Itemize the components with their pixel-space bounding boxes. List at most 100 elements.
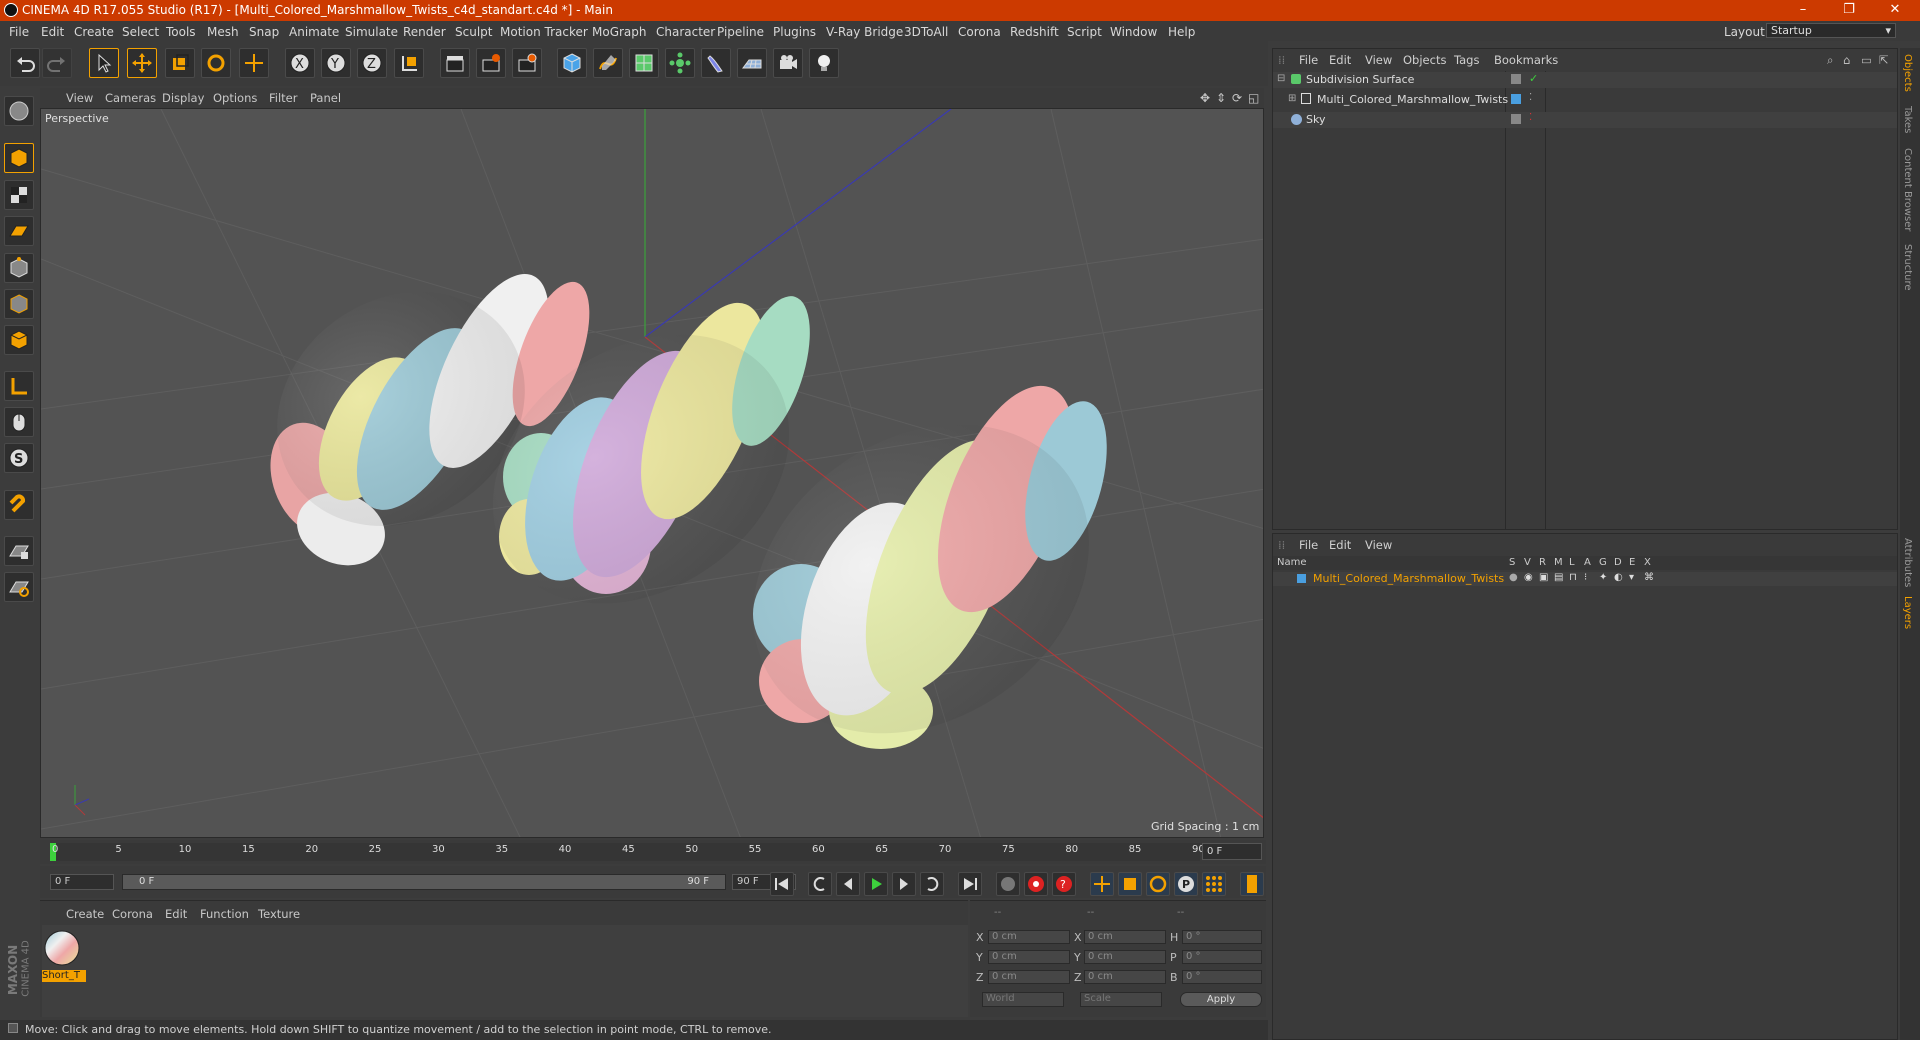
record-keys-button[interactable] (1024, 872, 1048, 896)
key-rotation-button[interactable] (1146, 872, 1170, 896)
layer-menu-file[interactable]: File (1299, 538, 1318, 552)
frame-range-slider[interactable]: 0 F 90 F (122, 874, 726, 890)
animation-icon[interactable]: ⁝ (1584, 572, 1587, 583)
tab-content-browser[interactable]: Content Browser (1902, 148, 1913, 231)
rotate-tool-button[interactable] (201, 48, 231, 78)
layer-header-animation[interactable]: A (1584, 557, 1591, 568)
add-camera-button[interactable] (773, 48, 803, 78)
material-menu-create[interactable]: Create (66, 907, 104, 921)
render-view-button[interactable] (440, 48, 470, 78)
viewport-menu-filter[interactable]: Filter (269, 91, 297, 105)
object-name[interactable]: Multi_Colored_Marshmallow_Twists (1317, 93, 1508, 106)
tab-attributes[interactable]: Attributes (1902, 538, 1913, 587)
generator-icon[interactable]: ✦ (1599, 572, 1607, 583)
move-tool-button[interactable] (127, 48, 157, 78)
layer-header-solo[interactable]: S (1509, 557, 1515, 568)
render-clapper-icon[interactable]: ▣ (1539, 572, 1548, 583)
material-name-label[interactable]: Short_T (42, 970, 86, 982)
viewport-menu-panel[interactable]: Panel (310, 91, 341, 105)
autokey-button[interactable]: ? (1052, 872, 1076, 896)
add-cube-button[interactable] (557, 48, 587, 78)
menu-mesh[interactable]: Mesh (207, 25, 239, 39)
menu-redshift[interactable]: Redshift (1010, 25, 1059, 39)
solo-icon[interactable]: ● (1509, 572, 1518, 583)
points-mode-button[interactable] (4, 253, 34, 283)
add-light-button[interactable] (809, 48, 839, 78)
viewport-menu-options[interactable]: Options (213, 91, 257, 105)
object-menu-objects[interactable]: Objects (1403, 53, 1446, 67)
eye-icon[interactable]: ◉ (1524, 572, 1533, 583)
menu-snap[interactable]: Snap (249, 25, 279, 39)
menu-vray-bridge[interactable]: V-Ray Bridge (826, 25, 903, 39)
key-scale-button[interactable] (1118, 872, 1142, 896)
x-axis-lock-button[interactable]: X (285, 48, 315, 78)
position-x-field[interactable]: 0 cm (988, 930, 1070, 944)
layer-name[interactable]: Multi_Colored_Marshmallow_Twists (1313, 572, 1504, 585)
key-parameter-button[interactable]: P (1174, 872, 1198, 896)
layer-header-xref[interactable]: X (1644, 557, 1651, 568)
add-spline-button[interactable] (593, 48, 623, 78)
close-button[interactable]: ✕ (1872, 0, 1918, 21)
menu-edit[interactable]: Edit (41, 25, 64, 39)
layer-header-locked[interactable]: L (1569, 557, 1575, 568)
viewport-menu-display[interactable]: Display (162, 91, 204, 105)
object-row-sky[interactable]: Sky ⁚ (1273, 112, 1897, 128)
axis-mode-button[interactable] (4, 371, 34, 401)
render-settings-button[interactable] (512, 48, 542, 78)
object-name[interactable]: Sky (1306, 113, 1325, 126)
layer-row[interactable]: Multi_Colored_Marshmallow_Twists ● ◉ ▣ ▤… (1273, 572, 1897, 586)
layer-header-deformers[interactable]: D (1614, 557, 1622, 568)
layout-select[interactable]: Startup ▾ (1766, 23, 1896, 38)
visibility-dots-icon[interactable]: ⁚ (1529, 92, 1532, 103)
layer-color-icon[interactable] (1511, 94, 1521, 104)
prev-key-button[interactable] (808, 872, 832, 896)
make-editable-button[interactable] (4, 96, 34, 126)
new-view-icon[interactable]: ▭ (1861, 53, 1872, 67)
size-z-field[interactable]: 0 cm (1084, 970, 1166, 984)
object-menu-view[interactable]: View (1365, 53, 1392, 67)
coordinate-space-select[interactable]: World (982, 992, 1064, 1007)
render-picture-viewer-button[interactable] (476, 48, 506, 78)
prev-frame-button[interactable] (836, 872, 860, 896)
magnet-button[interactable] (4, 490, 34, 520)
key-position-button[interactable] (1090, 872, 1114, 896)
layer-header-manager[interactable]: M (1554, 557, 1563, 568)
expand-panel-icon[interactable]: ⇱ (1879, 53, 1889, 67)
add-generator-button[interactable] (629, 48, 659, 78)
layer-color-swatch[interactable] (1297, 574, 1306, 583)
menu-pipeline[interactable]: Pipeline (717, 25, 764, 39)
rotation-h-field[interactable]: 0 ° (1182, 930, 1262, 944)
search-icon[interactable]: ⌕ (1827, 53, 1833, 68)
next-frame-button[interactable] (892, 872, 916, 896)
tab-layers[interactable]: Layers (1902, 596, 1913, 629)
layer-header-expressions[interactable]: E (1629, 557, 1635, 568)
viewport-zoom-icon[interactable]: ⇕ (1216, 91, 1226, 105)
collapse-icon[interactable]: ⊟ (1277, 73, 1285, 84)
menu-tools[interactable]: Tools (166, 25, 196, 39)
object-row-marshmallow[interactable]: ⊞ Multi_Colored_Marshmallow_Twists ⁚ (1273, 92, 1897, 108)
add-deformer-button[interactable] (701, 48, 731, 78)
menu-animate[interactable]: Animate (289, 25, 339, 39)
expression-icon[interactable]: ▾ (1629, 572, 1634, 583)
edges-mode-button[interactable] (4, 289, 34, 319)
timeline-window-button[interactable] (1240, 872, 1264, 896)
object-menu-file[interactable]: File (1299, 53, 1318, 67)
next-key-button[interactable] (920, 872, 944, 896)
menu-simulate[interactable]: Simulate (345, 25, 398, 39)
menu-window[interactable]: Window (1110, 25, 1157, 39)
material-menu-edit[interactable]: Edit (165, 907, 187, 921)
object-list[interactable] (1273, 71, 1897, 529)
menu-3dtoall[interactable]: 3DToAll (904, 25, 948, 39)
object-name[interactable]: Subdivision Surface (1306, 73, 1414, 86)
motion-path-button[interactable] (996, 872, 1020, 896)
menu-select[interactable]: Select (122, 25, 159, 39)
enabled-check-icon[interactable]: ✓ (1529, 72, 1538, 85)
texture-mode-button[interactable] (4, 180, 34, 210)
layer-header-generators[interactable]: G (1599, 557, 1607, 568)
menu-render[interactable]: Render (403, 25, 446, 39)
menu-motion-tracker[interactable]: Motion Tracker (500, 25, 588, 39)
editor-visibility-icon[interactable] (1511, 114, 1521, 124)
goto-end-button[interactable] (958, 872, 982, 896)
z-axis-lock-button[interactable]: Z (357, 48, 387, 78)
viewport-maximize-icon[interactable]: ◱ (1248, 91, 1259, 105)
